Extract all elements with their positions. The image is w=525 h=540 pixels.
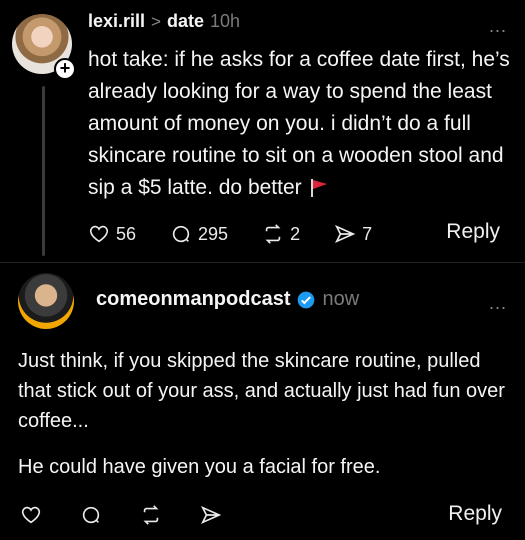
reply-header: comeonmanpodcast now	[96, 288, 359, 311]
divider	[0, 262, 525, 263]
post-body: hot take: if he asks for a coffee date f…	[88, 48, 510, 199]
red-flag-icon	[311, 179, 328, 198]
like-count: 56	[116, 223, 137, 244]
repost-icon	[265, 224, 281, 244]
repost-count: 2	[290, 223, 301, 244]
repost-icon	[143, 505, 159, 525]
verified-badge-icon	[296, 290, 316, 310]
like-button[interactable]: 56	[88, 223, 136, 245]
like-button[interactable]	[20, 504, 42, 526]
comment-button[interactable]: 295	[170, 223, 228, 245]
heart-icon	[21, 506, 41, 524]
send-icon	[200, 505, 222, 525]
reply-button[interactable]: Reply	[446, 220, 500, 244]
reply-text: Just think, if you skipped the skincare …	[18, 346, 513, 498]
timestamp: now	[322, 288, 360, 310]
reply-paragraph: He could have given you a facial for fre…	[18, 456, 381, 478]
heart-icon	[89, 225, 109, 243]
reply-actions: Reply	[20, 500, 510, 530]
more-options-icon[interactable]: ...	[489, 16, 507, 37]
post-header: lexi.rill > date 10h	[88, 11, 240, 32]
share-count: 7	[362, 223, 373, 244]
chevron-right-icon: >	[151, 11, 161, 31]
reply-paragraph: Just think, if you skipped the skincare …	[18, 350, 505, 432]
comment-icon	[82, 506, 100, 524]
original-post: + lexi.rill > date 10h ... hot take: if …	[0, 0, 525, 262]
reply-button[interactable]: Reply	[448, 502, 502, 526]
thread-line	[42, 86, 45, 256]
follow-plus-button[interactable]: +	[54, 58, 76, 80]
post-text: hot take: if he asks for a coffee date f…	[88, 44, 513, 204]
comment-button[interactable]	[80, 504, 102, 526]
username[interactable]: comeonmanpodcast	[96, 288, 290, 311]
topic-tag[interactable]: date	[167, 11, 204, 32]
more-options-icon[interactable]: ...	[489, 293, 507, 314]
comment-icon	[172, 225, 190, 243]
repost-button[interactable]: 2	[262, 223, 300, 245]
share-button[interactable]: 7	[334, 223, 372, 245]
comment-count: 295	[198, 223, 229, 244]
repost-button[interactable]	[140, 504, 162, 526]
avatar[interactable]	[18, 273, 74, 329]
username[interactable]: lexi.rill	[88, 11, 145, 32]
send-icon	[335, 224, 356, 244]
post-actions: 56 295 2 7 Reply	[88, 220, 508, 248]
share-button[interactable]	[200, 504, 222, 526]
timestamp: 10h	[210, 11, 241, 31]
